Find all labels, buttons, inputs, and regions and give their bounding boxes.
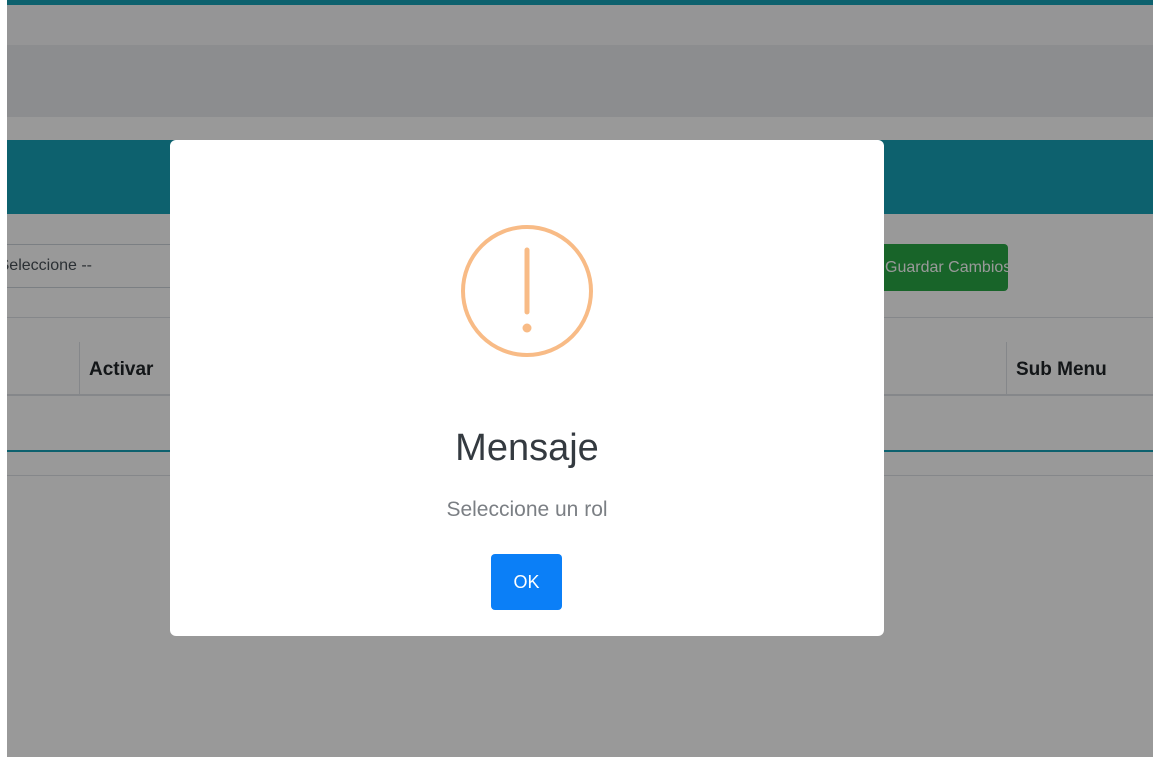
alert-dialog: Mensaje Seleccione un rol OK — [170, 140, 884, 636]
warning-exclamation-icon — [461, 225, 593, 357]
dialog-message: Seleccione un rol — [446, 498, 608, 521]
dialog-title: Mensaje — [455, 427, 599, 469]
window-left-edge — [0, 0, 7, 757]
ok-button[interactable]: OK — [491, 554, 562, 610]
page: -- Seleccione -- Guardar Cambios Activar… — [0, 0, 1153, 757]
